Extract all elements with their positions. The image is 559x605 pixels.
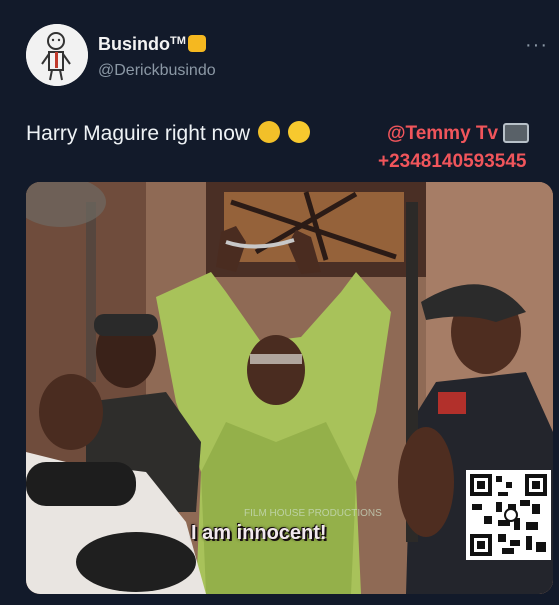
movie-subtitle: I am innocent! — [191, 522, 327, 544]
tweet-text-content: Harry Maguire right now — [26, 122, 251, 145]
caption-watermark: FILM HOUSE PRODUCTIONS — [244, 508, 382, 519]
tweet-image[interactable]: FILM HOUSE PRODUCTIONS I am innocent! — [26, 182, 553, 594]
tweet-card: BusindoTM @Derickbusindo ··· Harry Magui… — [0, 0, 559, 605]
display-name-text: Busindo — [98, 34, 170, 54]
qr-code-icon — [466, 470, 551, 560]
watermark-phone: +2348140593545 — [378, 151, 527, 172]
more-options-button[interactable]: ··· — [525, 34, 548, 57]
grimacing-face-icon — [287, 121, 310, 144]
tweet-text: Harry Maguire right now — [26, 121, 310, 146]
fist-emoji-icon — [187, 34, 206, 52]
watermark-name-text: @Temmy Tv — [387, 123, 499, 144]
pensive-face-icon — [257, 121, 280, 144]
trademark-mark: TM — [170, 35, 186, 47]
tv-icon — [503, 122, 530, 143]
watermark-name: @Temmy Tv — [387, 122, 530, 145]
user-handle[interactable]: @Derickbusindo — [98, 62, 216, 80]
display-name[interactable]: BusindoTM — [98, 34, 206, 55]
avatar[interactable] — [26, 24, 88, 86]
